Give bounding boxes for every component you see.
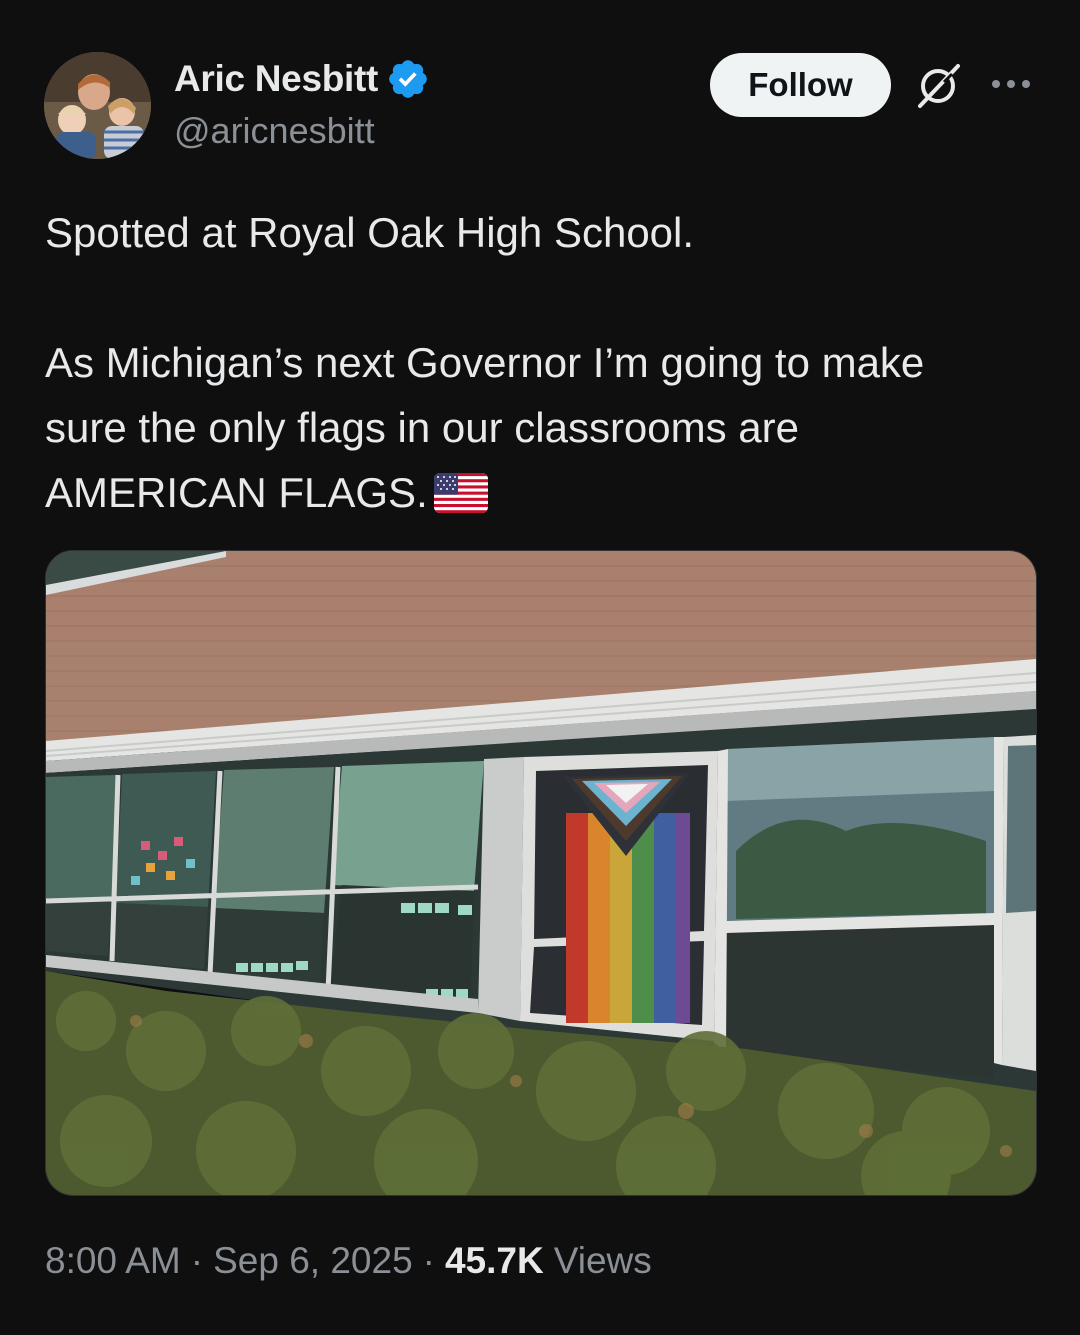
more-icon[interactable] <box>990 72 1034 96</box>
author-handle[interactable]: @aricnesbitt <box>174 110 375 152</box>
verified-badge-icon <box>389 60 427 98</box>
grok-icon[interactable] <box>912 60 964 112</box>
avatar[interactable] <box>44 52 151 159</box>
author-name[interactable]: Aric Nesbitt <box>174 58 378 100</box>
tweet-line: AMERICAN FLAGS. <box>45 469 428 516</box>
views-label: Views <box>553 1240 652 1281</box>
tweet-meta: 8:00 AM · Sep 6, 2025 · 45.7K Views <box>45 1240 652 1282</box>
tweet-line: As Michigan’s next Governor I’m going to… <box>45 339 925 386</box>
tweet-line: Spotted at Royal Oak High School. <box>45 209 695 256</box>
school-building-photo <box>46 551 1036 1195</box>
tweet-date[interactable]: Sep 6, 2025 <box>213 1240 413 1282</box>
views-count[interactable]: 45.7K <box>445 1240 544 1282</box>
tweet-text: Spotted at Royal Oak High School. As Mic… <box>45 200 1045 525</box>
follow-button[interactable]: Follow <box>710 53 891 117</box>
tweet-media-photo[interactable] <box>45 550 1037 1196</box>
tweet-time[interactable]: 8:00 AM <box>45 1240 181 1282</box>
tweet-line: sure the only flags in our classrooms ar… <box>45 404 800 451</box>
author-name-row[interactable]: Aric Nesbitt <box>174 56 430 102</box>
tweet-line-last: AMERICAN FLAGS. <box>45 460 1045 525</box>
meta-separator: · <box>422 1240 435 1281</box>
meta-separator: · <box>190 1240 204 1281</box>
avatar-image <box>44 52 151 159</box>
us-flag-emoji-icon <box>433 473 488 513</box>
